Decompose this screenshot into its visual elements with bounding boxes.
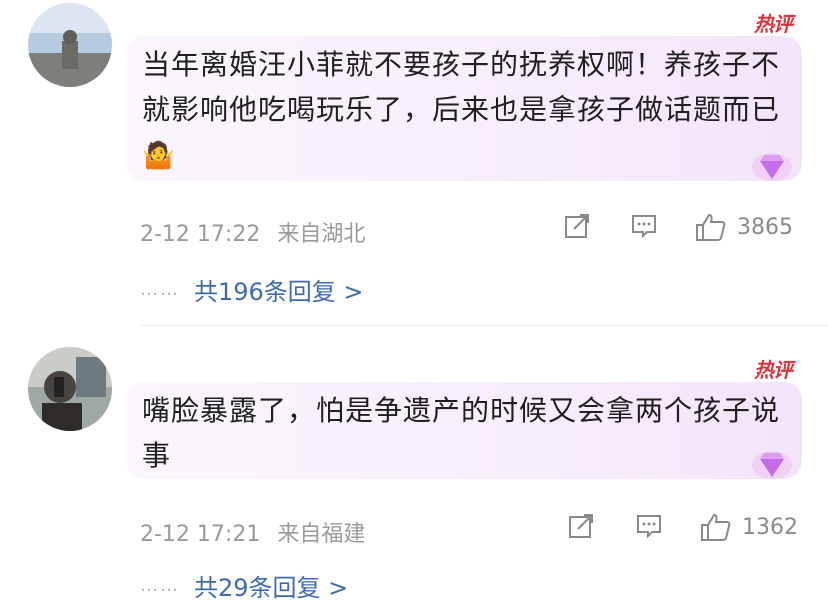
comment-text: 当年离婚汪小菲就不要孩子的抚养权啊！养孩子不就影响他吃喝玩乐了，后来也是拿孩子做… — [142, 48, 781, 171]
avatar[interactable] — [28, 3, 112, 87]
share-icon — [565, 214, 589, 238]
comment-location: 来自福建 — [277, 522, 366, 547]
share-icon — [569, 514, 593, 538]
comment-meta: 2-12 17:22 来自湖北 — [140, 216, 375, 248]
comment-text: 嘴脸暴露了，怕是争遗产的时候又会拿两个孩子说事 — [142, 394, 781, 472]
comment-location: 来自湖北 — [277, 222, 366, 247]
shrug-emoji-icon: 🤷 — [142, 141, 176, 171]
view-replies-link[interactable]: …… 共196条回复 > — [140, 272, 364, 307]
avatar-image — [28, 3, 112, 87]
comment-item: 热评 嘴脸暴露了，怕是争遗产的时候又会拿两个孩子说事 2-12 17:21 来自… — [0, 326, 828, 602]
comment-button[interactable] — [635, 512, 663, 540]
comment-button[interactable] — [630, 212, 658, 240]
comment-date: 2-12 17:21 — [140, 522, 261, 547]
share-button[interactable] — [567, 512, 595, 540]
replies-label: 共196条回复 > — [194, 278, 364, 306]
hot-badge: 热评 — [754, 12, 793, 36]
comment-bubble: 嘴脸暴露了，怕是争遗产的时候又会拿两个孩子说事 — [126, 382, 802, 479]
view-replies-link[interactable]: …… 共29条回复 > — [140, 568, 348, 603]
comment-icon — [637, 515, 661, 539]
like-count: 3865 — [737, 214, 793, 240]
like-count: 1362 — [742, 514, 798, 540]
comment-icon — [632, 215, 656, 239]
diamond-badge-icon — [752, 153, 792, 181]
avatar[interactable] — [28, 347, 112, 431]
comment-bubble: 当年离婚汪小菲就不要孩子的抚养权啊！养孩子不就影响他吃喝玩乐了，后来也是拿孩子做… — [126, 36, 802, 181]
comment-item: 热评 当年离婚汪小菲就不要孩子的抚养权啊！养孩子不就影响他吃喝玩乐了，后来也是拿… — [0, 0, 828, 325]
replies-label: 共29条回复 > — [194, 574, 349, 602]
share-button[interactable] — [563, 212, 591, 240]
avatar-image — [28, 347, 112, 431]
like-button[interactable]: 1362 — [700, 512, 798, 542]
thumbs-up-icon — [701, 513, 731, 541]
diamond-badge-icon — [752, 451, 792, 479]
hot-badge: 热评 — [754, 358, 793, 382]
like-button[interactable]: 3865 — [695, 212, 793, 242]
thumbs-up-icon — [696, 213, 726, 241]
comment-date: 2-12 17:22 — [140, 222, 261, 247]
comment-meta: 2-12 17:21 来自福建 — [140, 516, 375, 548]
